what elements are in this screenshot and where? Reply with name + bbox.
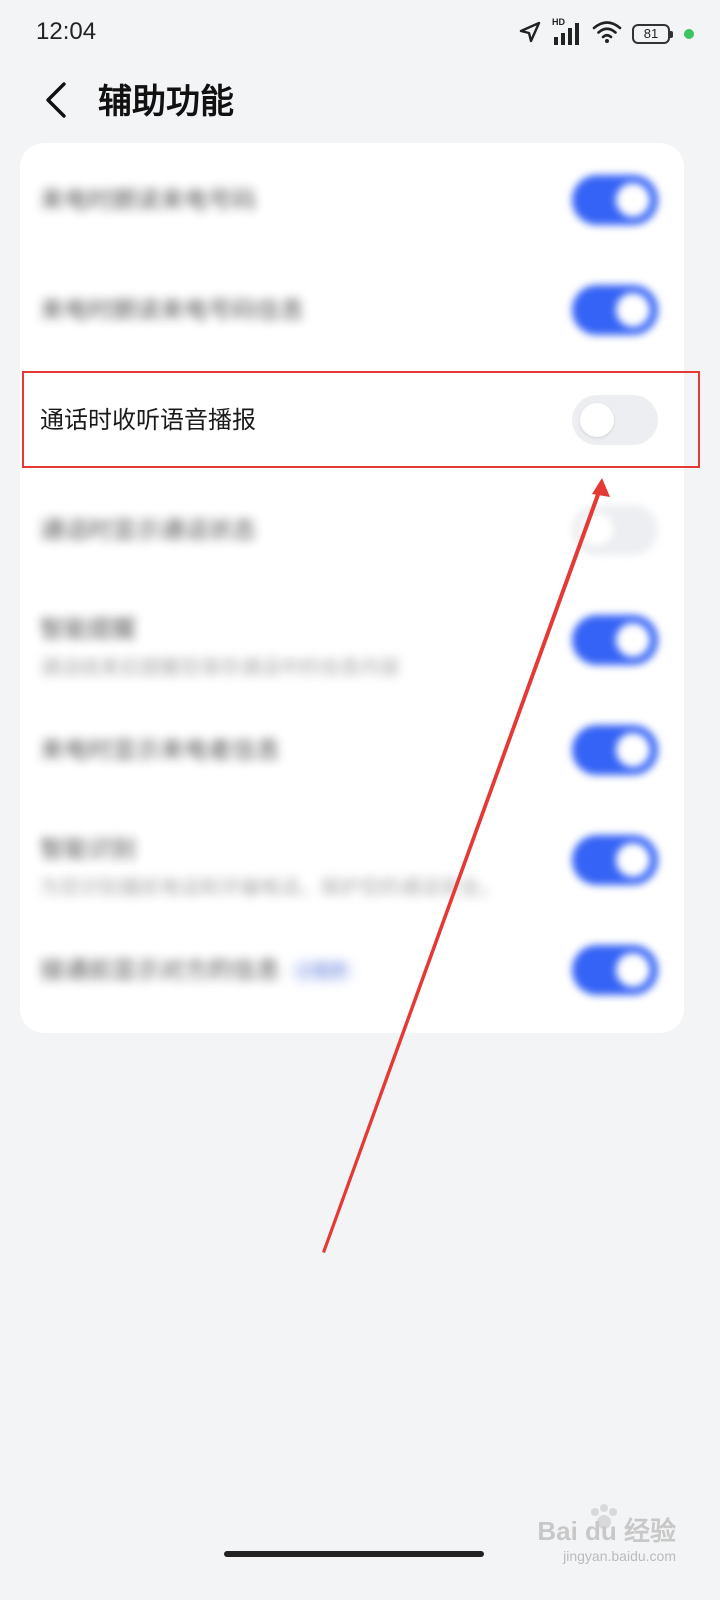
setting-label: 来电时朗读来电号码信息 bbox=[40, 296, 304, 324]
status-icons: HD 81 bbox=[518, 17, 694, 48]
watermark-brand: Bai du 经验 bbox=[537, 1516, 676, 1546]
settings-card: 来电时朗读来电号码 来电时朗读来电号码信息 通话时收听语音播报 通话时显示通话状… bbox=[20, 143, 684, 1033]
toggle-knob bbox=[616, 293, 650, 327]
setting-label: 通话时显示通话状态 bbox=[40, 516, 256, 544]
setting-sublabel: 通话结束后提醒您保存通话中的信息内容 bbox=[40, 655, 400, 679]
chevron-left-icon bbox=[42, 80, 70, 124]
location-icon bbox=[518, 20, 542, 48]
setting-label-text: 接通前显示对方的信息 bbox=[40, 956, 280, 984]
toggle-switch[interactable] bbox=[572, 615, 658, 665]
toggle-knob bbox=[616, 623, 650, 657]
mini-program-badge: 小程序 bbox=[290, 958, 355, 984]
toggle-switch[interactable] bbox=[572, 175, 658, 225]
battery-icon: 81 bbox=[632, 24, 673, 44]
setting-row[interactable]: 智能识别 为您识别骚扰电话和诈骗电话，保护您的通话安全。 bbox=[20, 805, 684, 915]
setting-row[interactable]: 来电时朗读来电号码信息 bbox=[20, 255, 684, 365]
status-time: 12:04 bbox=[36, 18, 97, 45]
toggle-knob bbox=[616, 843, 650, 877]
setting-label: 接通前显示对方的信息 小程序 bbox=[40, 954, 355, 986]
page-title: 辅助功能 bbox=[98, 82, 234, 122]
toggle-knob bbox=[616, 733, 650, 767]
setting-row[interactable]: 智能提醒 通话结束后提醒您保存通话中的信息内容 bbox=[20, 585, 684, 695]
setting-sublabel: 为您识别骚扰电话和诈骗电话，保护您的通话安全。 bbox=[40, 875, 500, 899]
cellular-signal-icon: HD bbox=[552, 17, 582, 47]
setting-label: 智能识别 bbox=[40, 835, 136, 863]
setting-label: 来电时显示来电者信息 bbox=[40, 736, 280, 764]
setting-row[interactable]: 接通前显示对方的信息 小程序 bbox=[20, 915, 684, 1025]
toggle-switch[interactable] bbox=[572, 835, 658, 885]
setting-row[interactable]: 通话时显示通话状态 bbox=[20, 475, 684, 585]
toggle-switch[interactable] bbox=[572, 505, 658, 555]
toggle-switch[interactable] bbox=[572, 725, 658, 775]
back-button[interactable] bbox=[34, 78, 78, 126]
toggle-switch[interactable] bbox=[572, 945, 658, 995]
watermark-url: jingyan.baidu.com bbox=[563, 1548, 676, 1564]
setting-label: 智能提醒 bbox=[40, 615, 136, 643]
toggle-knob bbox=[616, 953, 650, 987]
status-bar: 12:04 HD 81 bbox=[0, 0, 720, 66]
home-indicator[interactable] bbox=[224, 1551, 484, 1557]
watermark-text: Bai du 经验 jingyan.baidu.com bbox=[537, 1511, 676, 1564]
header: 辅助功能 bbox=[0, 66, 720, 138]
setting-row[interactable]: 来电时显示来电者信息 bbox=[20, 695, 684, 805]
toggle-switch[interactable] bbox=[572, 285, 658, 335]
setting-label: 来电时朗读来电号码 bbox=[40, 186, 256, 214]
privacy-indicator-dot bbox=[684, 29, 694, 39]
annotation-highlight-box bbox=[22, 371, 700, 468]
setting-row[interactable]: 来电时朗读来电号码 bbox=[20, 145, 684, 255]
wifi-icon bbox=[592, 20, 622, 48]
toggle-knob bbox=[616, 183, 650, 217]
toggle-knob bbox=[580, 513, 614, 547]
